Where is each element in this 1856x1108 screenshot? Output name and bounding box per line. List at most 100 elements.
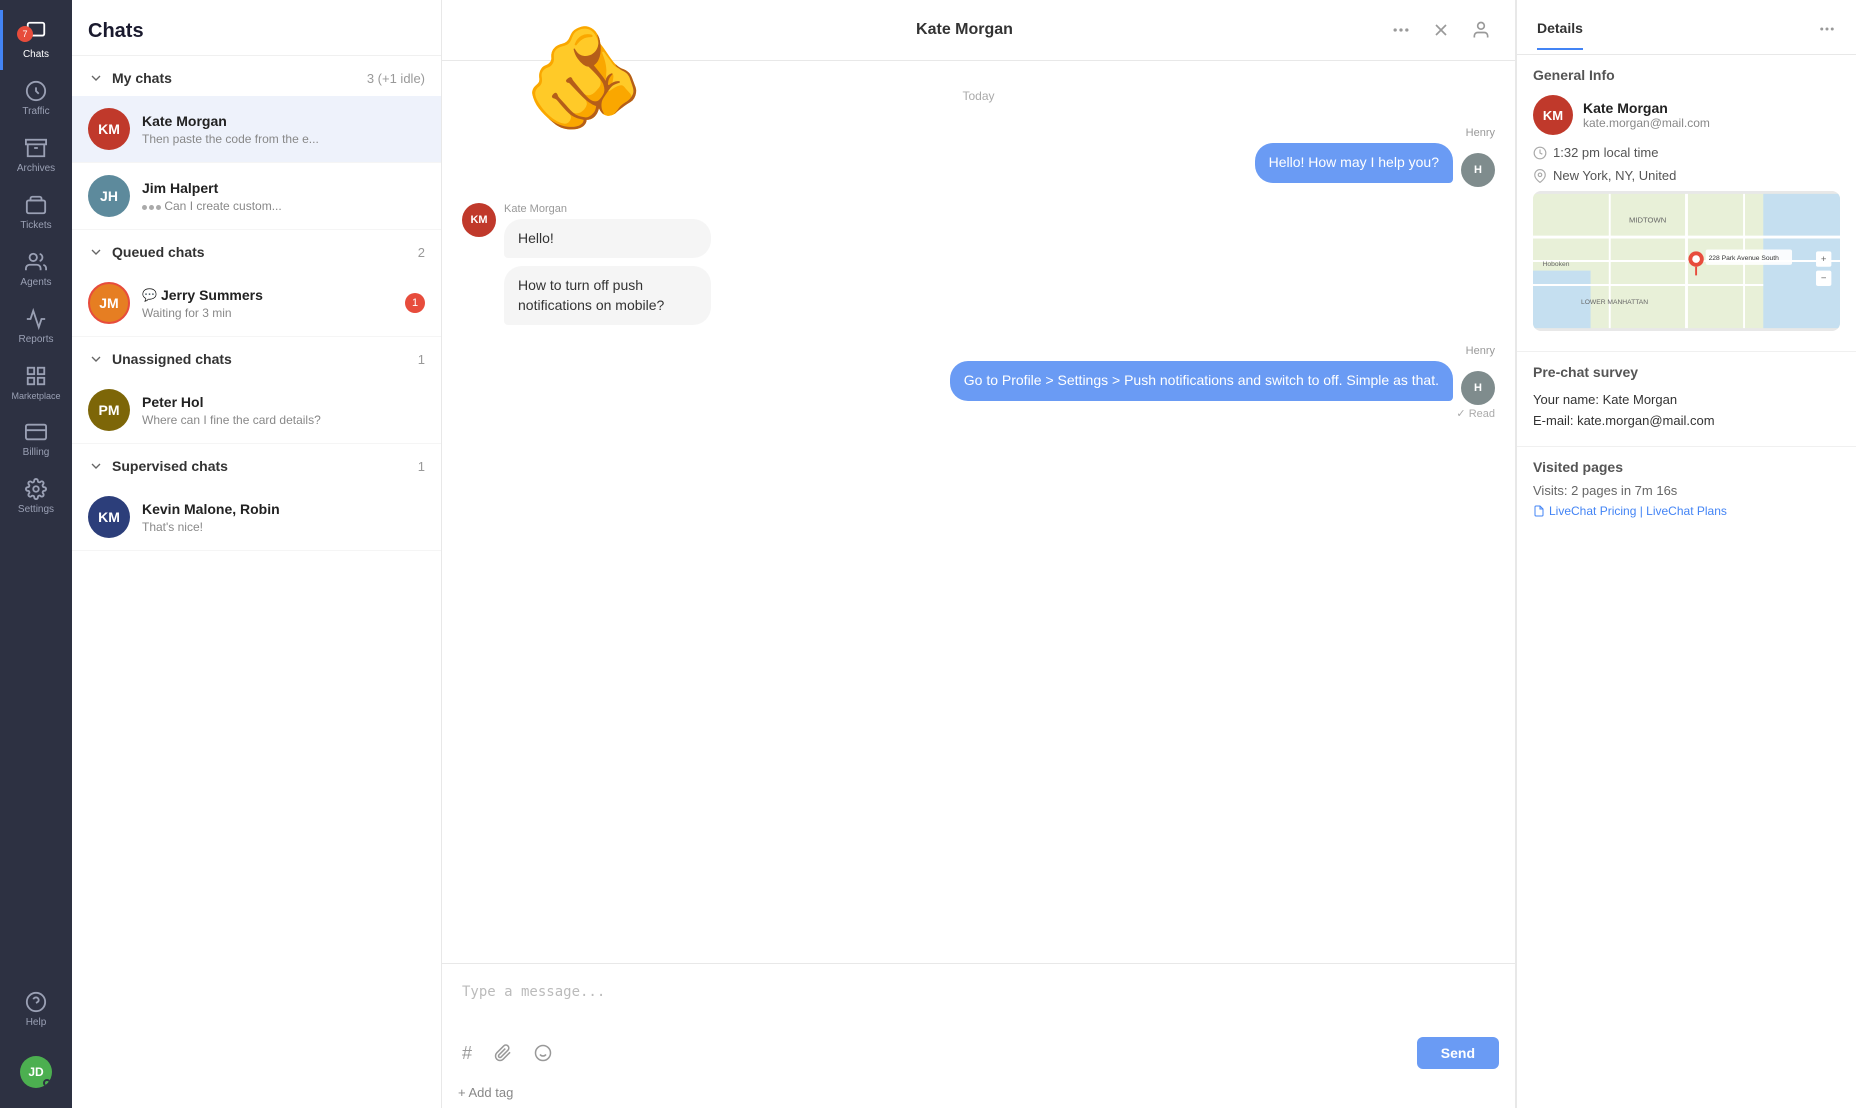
- msg-sender-henry-2: Henry: [1466, 345, 1495, 357]
- nav-label-help: Help: [26, 1017, 47, 1028]
- online-indicator: [43, 1079, 51, 1087]
- chat-name-jerry-summers: 💬 Jerry Summers: [142, 287, 405, 303]
- prechat-survey-section: Pre-chat survey Your name: Kate Morgan E…: [1517, 352, 1856, 447]
- nav-item-traffic[interactable]: Traffic: [0, 70, 72, 127]
- section-count-my-chats: 3 (+1 idle): [367, 71, 425, 86]
- msg-avatar-henry-2: H: [1461, 371, 1495, 405]
- date-divider: Today: [462, 89, 1495, 103]
- section-title-queued-chats: Queued chats: [112, 244, 418, 260]
- visited-pages-section: Visited pages Visits: 2 pages in 7m 16s …: [1517, 447, 1856, 530]
- attachment-button[interactable]: [490, 1039, 516, 1068]
- section-queued-chats[interactable]: Queued chats 2: [72, 230, 441, 270]
- nav-label-tickets: Tickets: [20, 220, 51, 231]
- chat-item-peter-hol[interactable]: PM Peter Hol Where can I fine the card d…: [72, 377, 441, 444]
- nav-item-settings[interactable]: Settings: [0, 468, 72, 525]
- local-time: 1:32 pm local time: [1553, 145, 1659, 160]
- section-count-unassigned-chats: 1: [418, 352, 425, 367]
- details-header-actions: [1814, 16, 1840, 54]
- chat-item-jim-halpert[interactable]: JH Jim Halpert Can I create custom...: [72, 163, 441, 230]
- msg-group-2: Kate Morgan Hello! How to turn off push …: [504, 203, 711, 330]
- nav-item-help[interactable]: Help: [0, 981, 72, 1038]
- hashtag-button[interactable]: #: [458, 1039, 476, 1068]
- msg-sender-henry-1: Henry: [1466, 127, 1495, 139]
- details-more-button[interactable]: [1814, 16, 1840, 42]
- user-name: Kate Morgan: [1583, 100, 1710, 116]
- chat-item-jerry-summers[interactable]: JM 💬 Jerry Summers Waiting for 3 min 1: [72, 270, 441, 337]
- chat-name-kate-morgan: Kate Morgan: [142, 113, 425, 129]
- svg-text:+: +: [1821, 254, 1827, 265]
- message-row-4: Henry Go to Profile > Settings > Push no…: [462, 345, 1495, 420]
- prechat-name-row: Your name: Kate Morgan: [1533, 392, 1840, 407]
- visits-info: Visits: 2 pages in 7m 16s: [1533, 483, 1840, 498]
- nav-item-agents[interactable]: Agents: [0, 241, 72, 298]
- general-info-section: General Info KM Kate Morgan kate.morgan@…: [1517, 55, 1856, 352]
- tab-details[interactable]: Details: [1537, 20, 1583, 50]
- nav-label-marketplace: Marketplace: [11, 391, 60, 401]
- avatar-kevin-malone: KM: [88, 496, 130, 538]
- section-unassigned-chats[interactable]: Unassigned chats 1: [72, 337, 441, 377]
- svg-text:228 Park Avenue South: 228 Park Avenue South: [1709, 255, 1780, 262]
- user-avatar-lg: KM: [1533, 95, 1573, 135]
- add-tag-link[interactable]: + Add tag: [442, 1081, 1515, 1108]
- chevron-my-chats: [88, 70, 104, 86]
- chevron-queued-chats: [88, 244, 104, 260]
- typing-indicator: [142, 205, 161, 210]
- avatar-kate-morgan: KM: [88, 108, 130, 150]
- emoji-button[interactable]: [530, 1039, 556, 1068]
- avatar-jim-halpert: JH: [88, 175, 130, 217]
- chat-list-header: Chats: [72, 0, 441, 56]
- avatar-jerry-summers: JM: [88, 282, 130, 324]
- nav-label-settings: Settings: [18, 504, 54, 515]
- nav-item-billing[interactable]: Billing: [0, 411, 72, 468]
- map-svg: MIDTOWN Hoboken LOWER MANHATTAN 228 Park…: [1533, 191, 1840, 331]
- chat-item-kevin-malone[interactable]: KM Kevin Malone, Robin That's nice!: [72, 484, 441, 551]
- map-container: MIDTOWN Hoboken LOWER MANHATTAN 228 Park…: [1533, 191, 1840, 331]
- clock-icon: [1533, 146, 1547, 160]
- chevron-unassigned-chats: [88, 351, 104, 367]
- details-tabs: Details: [1533, 20, 1814, 50]
- page-link-text: LiveChat Pricing | LiveChat Plans: [1549, 504, 1727, 518]
- send-button[interactable]: Send: [1417, 1037, 1499, 1069]
- chat-item-kate-morgan[interactable]: KM Kate Morgan Then paste the code from …: [72, 96, 441, 163]
- more-options-button[interactable]: [1387, 16, 1415, 44]
- prechat-email-row: E-mail: kate.morgan@mail.com: [1533, 413, 1840, 428]
- bubble-3: How to turn off push notifications on mo…: [504, 266, 711, 325]
- nav-item-marketplace[interactable]: Marketplace: [0, 355, 72, 411]
- chat-main: Kate Morgan 🫵 Today Henry Hello! How may…: [442, 0, 1516, 1108]
- user-name-email: Kate Morgan kate.morgan@mail.com: [1583, 100, 1710, 130]
- chat-header-actions: [1387, 16, 1495, 44]
- section-count-queued-chats: 2: [418, 245, 425, 260]
- section-my-chats[interactable]: My chats 3 (+1 idle): [72, 56, 441, 96]
- bubble-2: Hello!: [504, 219, 711, 259]
- nav-label-chats: Chats: [23, 49, 49, 60]
- location-icon: [1533, 169, 1547, 183]
- nav-item-archives[interactable]: Archives: [0, 127, 72, 184]
- local-time-row: 1:32 pm local time: [1533, 145, 1840, 160]
- nav-item-tickets[interactable]: Tickets: [0, 184, 72, 241]
- user-avatar-nav[interactable]: JD: [0, 1038, 72, 1108]
- user-email: kate.morgan@mail.com: [1583, 116, 1710, 130]
- user-profile-button[interactable]: [1467, 16, 1495, 44]
- prechat-survey-title: Pre-chat survey: [1533, 364, 1840, 380]
- section-supervised-chats[interactable]: Supervised chats 1: [72, 444, 441, 484]
- read-indicator: ✓ Read: [1456, 407, 1495, 420]
- chat-name-peter-hol: Peter Hol: [142, 394, 425, 410]
- msg-group-1: Henry Hello! How may I help you? H: [1255, 127, 1495, 187]
- details-panel: Details General Info KM Kate Morgan kate…: [1516, 0, 1856, 1108]
- svg-text:LOWER MANHATTAN: LOWER MANHATTAN: [1581, 299, 1648, 306]
- close-chat-button[interactable]: [1427, 16, 1455, 44]
- message-input[interactable]: [458, 976, 1499, 1024]
- page-link-1[interactable]: LiveChat Pricing | LiveChat Plans: [1533, 504, 1840, 518]
- msg-avatar-kate-1: KM: [462, 203, 496, 237]
- nav-item-reports[interactable]: Reports: [0, 298, 72, 355]
- msg-group-4: Henry Go to Profile > Settings > Push no…: [950, 345, 1495, 420]
- msg-sender-kate-1: Kate Morgan: [504, 203, 711, 215]
- nav-item-chats[interactable]: 7 Chats: [0, 10, 72, 70]
- nav-label-agents: Agents: [20, 277, 51, 288]
- svg-text:−: −: [1821, 273, 1827, 284]
- chat-name-jim-halpert: Jim Halpert: [142, 180, 425, 196]
- icon-nav: 7 Chats Traffic Archives Tickets Agents …: [0, 0, 72, 1108]
- general-info-title: General Info: [1533, 67, 1840, 83]
- svg-text:MIDTOWN: MIDTOWN: [1629, 216, 1666, 225]
- nav-label-archives: Archives: [17, 163, 55, 174]
